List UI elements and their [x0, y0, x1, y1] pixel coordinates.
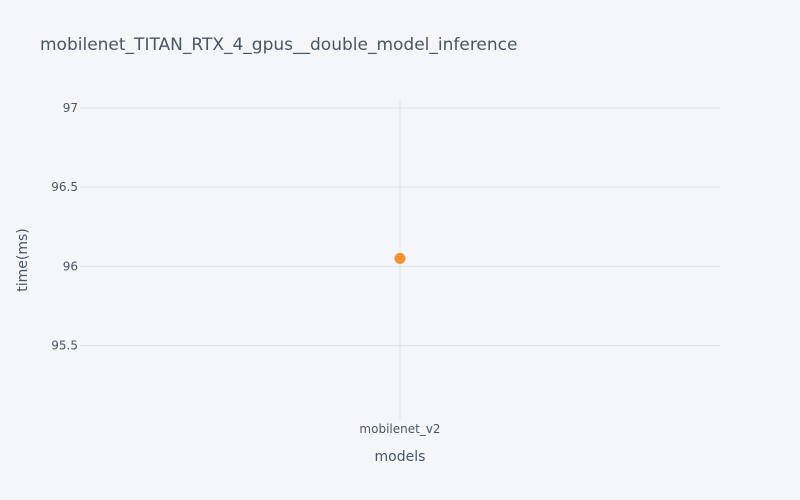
- x-axis-title: models: [375, 449, 426, 465]
- chart-container: mobilenet_TITAN_RTX_4_gpus__double_model…: [0, 0, 800, 500]
- scatter-chart: mobilenet_TITAN_RTX_4_gpus__double_model…: [15, 35, 720, 465]
- tick-layer: 95.5 96 96.5 97 mobilenet_v2: [51, 101, 440, 436]
- y-tick-label: 96: [63, 259, 78, 273]
- data-point[interactable]: [394, 252, 406, 264]
- y-tick-label: 97: [63, 101, 78, 115]
- y-axis-title: time(ms): [15, 228, 31, 292]
- point-layer: [394, 252, 406, 264]
- chart-title: mobilenet_TITAN_RTX_4_gpus__double_model…: [40, 35, 517, 55]
- y-tick-label: 95.5: [51, 339, 78, 353]
- y-tick-label: 96.5: [51, 180, 78, 194]
- x-tick-label: mobilenet_v2: [359, 422, 440, 436]
